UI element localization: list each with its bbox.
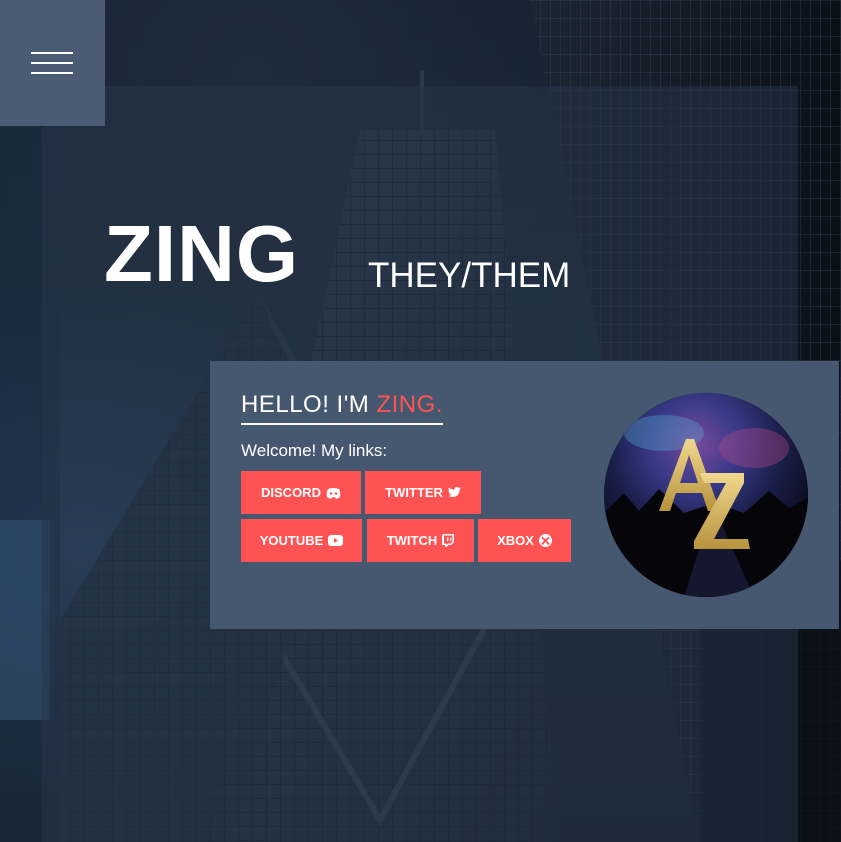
profile-name-heading: ZING xyxy=(104,209,300,298)
twitch-link-button[interactable]: TWITCH xyxy=(367,519,474,562)
twitch-icon xyxy=(442,534,455,547)
xbox-link-button[interactable]: XBOX xyxy=(478,519,571,562)
menu-button[interactable] xyxy=(0,0,105,126)
profile-card: HELLO! I'M ZING. Welcome! My links: DISC… xyxy=(210,361,839,629)
greeting-prefix: HELLO! I'M xyxy=(241,391,377,418)
youtube-icon xyxy=(328,535,344,546)
avatar xyxy=(604,393,808,597)
greeting-name: ZING. xyxy=(376,391,443,418)
twitter-link-label: TWITTER xyxy=(385,485,443,500)
discord-link-label: DISCORD xyxy=(261,485,321,500)
youtube-link-button[interactable]: YOUTUBE xyxy=(241,519,362,562)
greeting-heading: HELLO! I'M ZING. xyxy=(241,391,443,426)
xbox-link-label: XBOX xyxy=(497,533,534,548)
youtube-link-label: YOUTUBE xyxy=(259,533,324,548)
pronouns-label: THEY/THEM xyxy=(368,256,571,295)
avatar-image xyxy=(604,393,808,597)
xbox-icon xyxy=(538,534,552,547)
page-background: ZING THEY/THEM HELLO! I'M ZING. Welcome!… xyxy=(0,0,841,842)
discord-icon xyxy=(326,487,341,499)
twitter-icon xyxy=(447,487,461,497)
twitter-link-button[interactable]: TWITTER xyxy=(365,471,481,514)
twitch-link-label: TWITCH xyxy=(386,533,438,548)
welcome-text: Welcome! My links: xyxy=(241,441,388,460)
discord-link-button[interactable]: DISCORD xyxy=(241,471,361,514)
